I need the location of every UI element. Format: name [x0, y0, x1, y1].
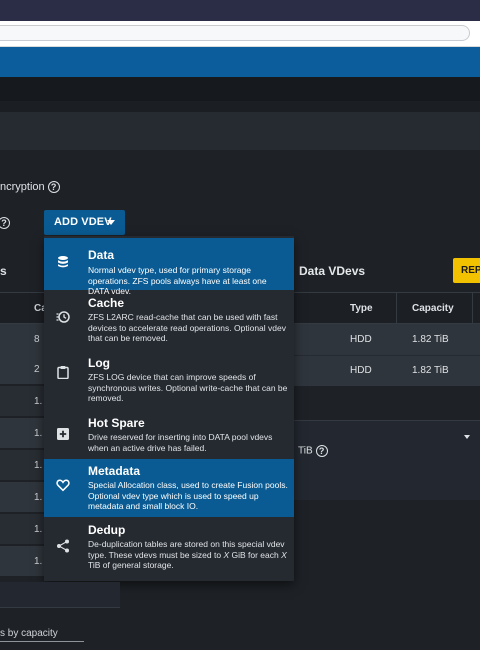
field-help[interactable]: ?	[0, 215, 10, 229]
capacity-cell: 1.	[34, 524, 43, 535]
table-row[interactable]: 1.	[0, 418, 44, 448]
database-icon	[58, 256, 68, 268]
breadcrumb-strip	[0, 101, 480, 112]
type-cell: HDD	[350, 334, 372, 345]
lower-panel	[0, 582, 120, 608]
capacity-cell: 1.	[34, 556, 43, 567]
table-row[interactable]: 1.	[0, 386, 44, 416]
app-top-bar	[0, 47, 480, 77]
tib-label: TiB	[298, 445, 313, 457]
encryption-checkbox-label[interactable]: ncryption?	[0, 181, 60, 194]
menu-item-description: De-duplication tables are stored on this…	[88, 539, 288, 571]
input-underline	[0, 641, 84, 642]
menu-item-description: ZFS L2ARC read-cache that can be used wi…	[88, 312, 286, 343]
capacity-cell: 1.	[34, 428, 43, 439]
capacity-cell: 1.82 TiB	[412, 365, 449, 376]
address-field[interactable]	[0, 25, 470, 41]
table-row[interactable]: 1.	[0, 546, 44, 576]
clipboard-icon	[57, 366, 69, 379]
sort-by-capacity-label[interactable]: s by capacity	[0, 628, 58, 639]
os-taskbar	[0, 0, 480, 21]
add-vdev-button[interactable]: ADD VDEV	[44, 210, 125, 235]
add-vdev-label: ADD VDEV	[54, 216, 112, 228]
capacity-cell: 1.	[34, 460, 43, 471]
menu-item-hot-spare[interactable]: Hot Spare Drive reserved for inserting i…	[44, 410, 294, 458]
pool-manager-header-card	[0, 112, 480, 150]
menu-item-dedup[interactable]: Dedup De-duplication tables are stored o…	[44, 519, 294, 579]
menu-item-metadata[interactable]: Metadata Special Allocation class, used …	[44, 459, 294, 517]
menu-item-data[interactable]: Data Normal vdev type, used for primary …	[44, 238, 294, 296]
data-vdevs-title: Data VDevs	[299, 264, 366, 278]
available-disks-table-header: Ca	[0, 292, 47, 324]
menu-item-description: Drive reserved for inserting into DATA p…	[88, 432, 273, 453]
desc-part: TiB of general storage.	[88, 560, 174, 570]
encryption-label: ncryption	[0, 181, 45, 193]
table-row[interactable]: 1.	[0, 514, 44, 544]
type-column-header[interactable]: Type	[350, 303, 373, 314]
table-row[interactable]: 8	[0, 324, 44, 354]
desc-var: X	[281, 549, 287, 560]
capacity-cell: 1.	[34, 492, 43, 503]
vdev-config-panel: TiB?	[290, 420, 480, 500]
caret-down-icon[interactable]	[464, 435, 470, 439]
column-divider	[472, 293, 473, 325]
cache-clock-icon	[56, 311, 70, 323]
table-row[interactable]: HDD 1.82 TiB	[290, 355, 480, 386]
menu-item-title: Data	[88, 248, 115, 262]
menu-item-title: Hot Spare	[88, 416, 145, 430]
capacity-cell: 1.82 TiB	[412, 334, 449, 345]
help-icon[interactable]: ?	[47, 181, 60, 194]
capacity-column-header[interactable]: Capacity	[412, 303, 454, 314]
desc-part: GiB for each	[229, 549, 282, 560]
browser-address-bar[interactable]	[0, 21, 480, 47]
table-row[interactable]: 1.	[0, 450, 44, 480]
table-row[interactable]: 1.	[0, 482, 44, 512]
heart-icon	[56, 479, 70, 492]
menu-item-log[interactable]: Log ZFS LOG device that can improve spee…	[44, 352, 294, 410]
menu-item-title: Log	[88, 356, 110, 370]
column-divider	[396, 293, 397, 325]
data-vdevs-table-header: Type Capacity	[290, 292, 480, 325]
app-sub-toolbar	[0, 77, 480, 101]
menu-item-title: Metadata	[88, 464, 141, 478]
menu-item-cache[interactable]: Cache ZFS L2ARC read-cache that can be u…	[44, 292, 294, 350]
repeat-button[interactable]: REP	[453, 258, 480, 283]
menu-item-description: ZFS LOG device that can improve speeds o…	[88, 372, 288, 403]
available-disks-title: s	[0, 264, 7, 278]
help-icon[interactable]: ?	[315, 445, 328, 457]
share-icon	[57, 539, 69, 553]
table-row[interactable]: 2	[0, 354, 44, 384]
menu-item-title: Dedup	[88, 523, 126, 537]
tib-text: TiB?	[298, 445, 328, 457]
capacity-cell: 8	[34, 334, 40, 345]
type-cell: HDD	[350, 365, 372, 376]
capacity-cell: 1.	[34, 396, 43, 407]
capacity-cell: 2	[34, 364, 40, 375]
caret-down-icon	[107, 220, 115, 225]
menu-item-title: Cache	[88, 296, 125, 310]
add-vdev-menu: Data Normal vdev type, used for primary …	[44, 236, 294, 581]
help-icon[interactable]: ?	[0, 216, 10, 229]
table-row[interactable]: HDD 1.82 TiB	[290, 324, 480, 355]
plus-box-icon	[57, 428, 69, 440]
menu-item-description: Special Allocation class, used to create…	[88, 480, 288, 511]
